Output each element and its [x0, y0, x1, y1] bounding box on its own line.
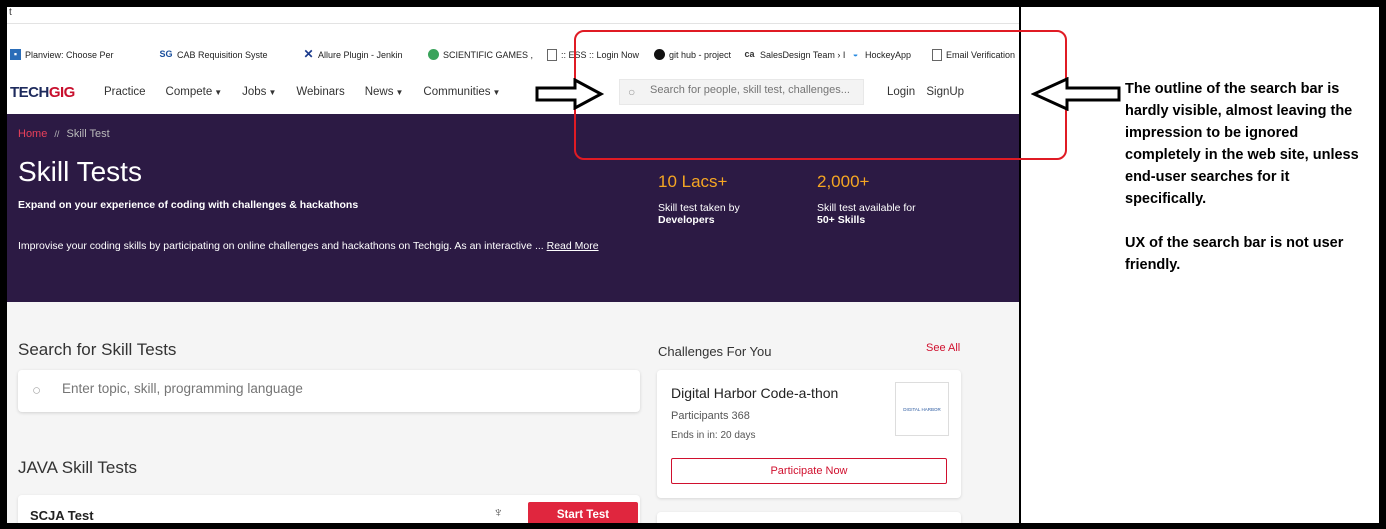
- nav-label: Webinars: [296, 86, 345, 98]
- annotation-paragraph-2: UX of the search bar is not user friendl…: [1125, 235, 1344, 273]
- skill-test-card: SCJA Test ♆ Start Test: [18, 495, 640, 523]
- nav-label: Communities: [423, 86, 491, 98]
- scientific-games-icon: [428, 49, 439, 60]
- annotation-note: The outline of the search bar is hardly …: [1125, 78, 1365, 298]
- nav-label: Practice: [104, 86, 146, 98]
- description-text: Improvise your coding skills by particip…: [18, 240, 544, 252]
- nav-label: Jobs: [242, 86, 267, 98]
- sg-icon: SG: [159, 49, 173, 59]
- logo-part-tech: TECH: [10, 84, 49, 101]
- caret-down-icon: ▼: [492, 88, 501, 97]
- stat-line1: Skill test available for: [817, 202, 916, 214]
- nav-practice[interactable]: Practice: [104, 86, 146, 98]
- breadcrumb-home[interactable]: Home: [18, 128, 47, 140]
- challenges-title: Challenges For You: [658, 344, 772, 359]
- bookmark-cab[interactable]: SG CAB Requisition Syste: [159, 49, 268, 60]
- digital-harbor-logo: DIGITAL HARBOR: [895, 382, 949, 436]
- challenge-ends: Ends in in: 20 days: [671, 430, 756, 441]
- stat-line1: Skill test taken by: [658, 202, 740, 214]
- caret-down-icon: ▼: [268, 88, 277, 97]
- stat-tests-taken: 10 Lacs+ Skill test taken by Developers: [658, 172, 740, 226]
- main-content: Search for Skill Tests ○ JAVA Skill Test…: [7, 302, 1019, 523]
- bookmark-label: CAB Requisition Syste: [177, 49, 268, 60]
- caret-down-icon: ▼: [214, 88, 223, 97]
- challenge-title[interactable]: Digital Harbor Code-a-thon: [671, 385, 838, 401]
- address-text: t: [9, 7, 12, 18]
- nav-news[interactable]: News ▼: [365, 86, 404, 98]
- bookmark-label: SCIENTIFIC GAMES ,: [443, 49, 534, 60]
- nav-compete[interactable]: Compete ▼: [166, 86, 223, 98]
- screenshot-frame: t ▪ Planview: Choose Per SG CAB Requisit…: [7, 7, 1379, 523]
- trophy-icon: ♆: [493, 504, 504, 520]
- hero-description: Improvise your coding skills by particip…: [18, 239, 618, 254]
- annotation-paragraph-1: The outline of the search bar is hardly …: [1125, 81, 1359, 207]
- page-title: Skill Tests: [18, 156, 142, 187]
- search-icon: ○: [32, 382, 42, 399]
- highlight-rectangle: [574, 30, 1067, 160]
- nav-jobs[interactable]: Jobs ▼: [242, 86, 276, 98]
- bookmark-label: Planview: Choose Per: [25, 49, 114, 60]
- bookmark-scientific[interactable]: SCIENTIFIC GAMES ,: [428, 49, 533, 60]
- nav-webinars[interactable]: Webinars: [296, 86, 344, 98]
- caret-down-icon: ▼: [395, 88, 404, 97]
- page-icon: [547, 49, 557, 61]
- breadcrumb: Home // Skill Test: [18, 128, 110, 140]
- bookmark-allure[interactable]: ✕ Allure Plugin - Jenkin: [303, 47, 403, 61]
- nav-communities[interactable]: Communities ▼: [423, 86, 500, 98]
- nav-label: News: [364, 86, 394, 98]
- nav-label: Compete: [165, 86, 213, 98]
- challenge-participants: Participants 368: [671, 410, 750, 422]
- see-all-link[interactable]: See All: [926, 342, 960, 354]
- breadcrumb-current: Skill Test: [66, 128, 110, 140]
- stat-number: 10 Lacs+: [658, 172, 728, 191]
- bookmark-label: Allure Plugin - Jenkin: [318, 49, 403, 60]
- arrow-left-icon: [1031, 77, 1121, 111]
- skill-search-input[interactable]: [60, 380, 624, 397]
- test-name: SCJA Test: [30, 508, 94, 523]
- skill-search-bar[interactable]: ○: [18, 370, 640, 412]
- start-test-button[interactable]: Start Test: [528, 502, 638, 523]
- hero-subtitle: Expand on your experience of coding with…: [18, 199, 359, 211]
- read-more-link[interactable]: Read More: [547, 240, 599, 252]
- stat-number: 2,000+: [817, 172, 870, 191]
- java-section-title: JAVA Skill Tests: [18, 458, 138, 477]
- stat-line2: Developers: [658, 214, 715, 226]
- logo-text: DIGITAL HARBOR: [903, 406, 941, 412]
- breadcrumb-separator: //: [54, 129, 60, 139]
- nav-links: Practice Compete ▼ Jobs ▼ Webinars News ▼ C…: [104, 86, 500, 98]
- challenge-card: Digital Harbor Code-a-thon Participants …: [657, 370, 961, 498]
- stat-tests-available: 2,000+ Skill test available for 50+ Skil…: [817, 172, 916, 226]
- search-section-title: Search for Skill Tests: [18, 340, 177, 359]
- bookmark-planview[interactable]: ▪ Planview: Choose Per: [10, 49, 114, 60]
- challenge-card-partial: [657, 512, 961, 523]
- arrow-right-icon: [535, 78, 605, 110]
- allure-icon: ✕: [303, 47, 314, 61]
- planview-icon: ▪: [10, 49, 21, 60]
- address-bar[interactable]: t: [7, 7, 1019, 24]
- techgig-logo[interactable]: TECHGIG: [10, 84, 75, 101]
- stat-line2: 50+ Skills: [817, 214, 866, 226]
- logo-part-gig: GIG: [48, 84, 76, 101]
- participate-now-button[interactable]: Participate Now: [671, 458, 947, 484]
